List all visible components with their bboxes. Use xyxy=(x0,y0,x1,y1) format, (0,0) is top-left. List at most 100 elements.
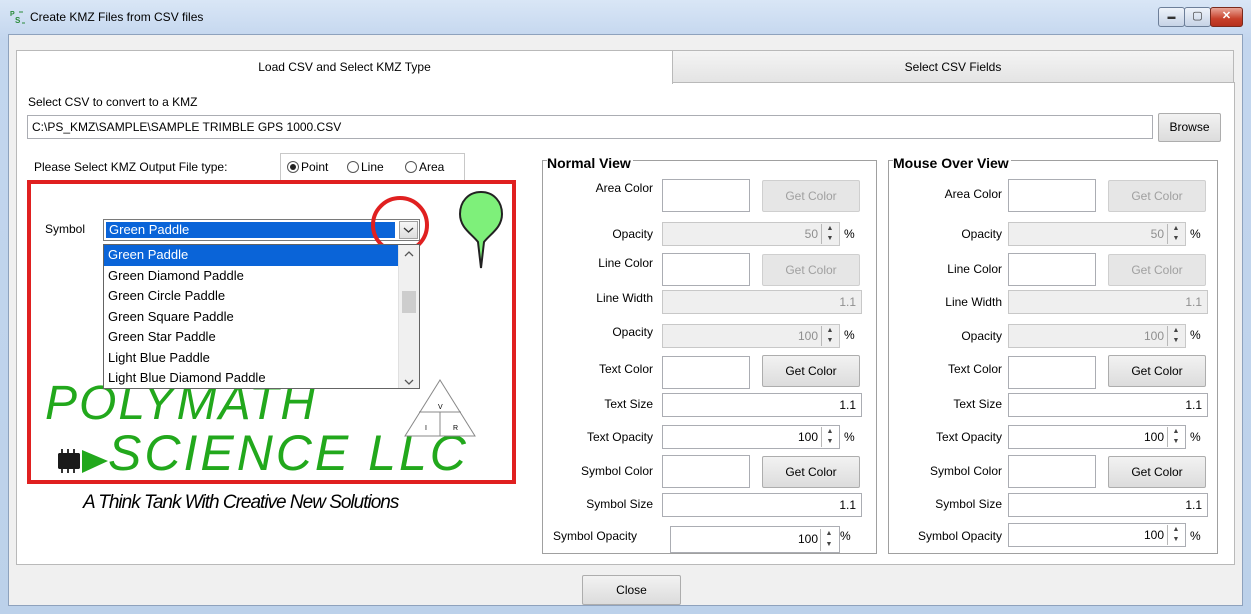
csv-prompt: Select CSV to convert to a KMZ xyxy=(28,95,198,109)
scroll-down-icon[interactable] xyxy=(403,376,415,388)
mv-symbol-opacity-input[interactable]: 100 xyxy=(1008,523,1186,547)
mv-line-color-label: Line Color xyxy=(947,262,1002,276)
logo-tagline: A Think Tank With Creative New Solutions xyxy=(83,492,399,513)
mv-line-get-color-button[interactable]: Get Color xyxy=(1108,254,1206,286)
mv-area-color-label: Area Color xyxy=(944,187,1002,201)
spin-down-icon[interactable]: ▼ xyxy=(1168,234,1184,244)
app-icon: PS xyxy=(10,9,26,25)
nv-line-width-input[interactable]: 1.1 xyxy=(662,290,862,314)
spin-down-icon[interactable]: ▼ xyxy=(822,437,838,447)
symbol-dropdown-list[interactable]: Green Paddle Green Diamond Paddle Green … xyxy=(103,244,420,389)
minimize-button[interactable]: ▬ xyxy=(1158,7,1185,27)
maximize-button[interactable]: ▢ xyxy=(1184,7,1211,27)
mv-symbol-get-color-button[interactable]: Get Color xyxy=(1108,456,1206,488)
green-paddle-pin-icon xyxy=(458,190,504,273)
nv-text-opacity-input[interactable]: 100 xyxy=(662,425,840,449)
csv-path-input[interactable]: C:\PS_KMZ\SAMPLE\SAMPLE TRIMBLE GPS 1000… xyxy=(27,115,1153,139)
tab-select-csv-fields[interactable]: Select CSV Fields xyxy=(672,50,1234,83)
nv-text-opacity-spinner[interactable]: ▲ ▼ xyxy=(821,427,838,447)
spin-down-icon[interactable]: ▼ xyxy=(821,540,837,551)
triangle-letter-v: V xyxy=(438,404,443,411)
browse-button[interactable]: Browse xyxy=(1158,113,1221,142)
mv-symbol-size-label: Symbol Size xyxy=(935,497,1002,511)
spin-up-icon[interactable]: ▲ xyxy=(822,427,838,437)
spin-up-icon[interactable]: ▲ xyxy=(1168,427,1184,437)
tab-label: Select CSV Fields xyxy=(904,60,1002,74)
mv-text-opacity-spinner[interactable]: ▲ ▼ xyxy=(1167,427,1184,447)
close-button[interactable]: Close xyxy=(582,575,681,605)
mv-area-opacity-input[interactable]: 50 xyxy=(1008,222,1186,246)
nv-text-get-color-button[interactable]: Get Color xyxy=(762,355,860,387)
mv-percent-1: % xyxy=(1190,227,1201,241)
nv-symbol-get-color-button[interactable]: Get Color xyxy=(762,456,860,488)
spin-up-icon[interactable]: ▲ xyxy=(822,224,838,234)
mv-symbol-size-input[interactable]: 1.1 xyxy=(1008,493,1208,517)
list-item[interactable]: Green Diamond Paddle xyxy=(104,266,419,287)
mv-symbol-color-swatch xyxy=(1008,455,1096,488)
nv-area-get-color-button[interactable]: Get Color xyxy=(762,180,860,212)
scroll-up-icon[interactable] xyxy=(403,248,415,262)
close-window-button[interactable]: ✕ xyxy=(1210,7,1243,27)
mv-area-get-color-button[interactable]: Get Color xyxy=(1108,180,1206,212)
radio-line[interactable]: Line xyxy=(347,160,384,174)
mv-text-size-input[interactable]: 1.1 xyxy=(1008,393,1208,417)
scroll-thumb[interactable] xyxy=(402,291,416,313)
spin-down-icon[interactable]: ▼ xyxy=(822,234,838,244)
nv-symbol-opacity-label: Symbol Opacity xyxy=(553,529,638,543)
mv-line-opacity-input[interactable]: 100 xyxy=(1008,324,1186,348)
mv-area-opacity-value: 50 xyxy=(1150,227,1164,241)
nv-text-size-input[interactable]: 1.1 xyxy=(662,393,862,417)
symbol-selected-value: Green Paddle xyxy=(106,222,395,238)
radio-line-dot xyxy=(347,161,359,173)
mv-text-get-color-button[interactable]: Get Color xyxy=(1108,355,1206,387)
radio-area[interactable]: Area xyxy=(405,160,444,174)
nv-symbol-size-input[interactable]: 1.1 xyxy=(662,493,862,517)
nv-line-opacity-spinner[interactable]: ▲ ▼ xyxy=(821,326,838,346)
spin-up-icon[interactable]: ▲ xyxy=(1168,525,1184,535)
nv-symbol-opacity-spinner[interactable]: ▲ ▼ xyxy=(820,529,837,551)
nv-symbol-color-swatch xyxy=(662,455,750,488)
radio-area-dot xyxy=(405,161,417,173)
list-item[interactable]: Green Paddle xyxy=(104,245,419,266)
nv-line-width-label: Line Width xyxy=(596,291,653,305)
triangle-letter-r: R xyxy=(453,425,459,432)
mv-text-opacity-input[interactable]: 100 xyxy=(1008,425,1186,449)
svg-text:S: S xyxy=(15,16,21,25)
list-item[interactable]: Light Blue Diamond Paddle xyxy=(104,368,419,388)
mv-symbol-opacity-spinner[interactable]: ▲ ▼ xyxy=(1167,525,1184,545)
list-item[interactable]: Green Square Paddle xyxy=(104,307,419,328)
dropdown-scrollbar[interactable] xyxy=(398,245,419,388)
spin-up-icon[interactable]: ▲ xyxy=(1168,224,1184,234)
symbol-label: Symbol xyxy=(45,222,86,236)
mv-percent-3: % xyxy=(1190,430,1201,444)
nv-line-opacity-input[interactable]: 100 xyxy=(662,324,840,348)
radio-area-label: Area xyxy=(419,160,445,174)
spin-down-icon[interactable]: ▼ xyxy=(1168,535,1184,545)
spin-down-icon[interactable]: ▼ xyxy=(1168,437,1184,447)
radio-point[interactable]: Point xyxy=(287,160,328,174)
mv-line-opacity-spinner[interactable]: ▲ ▼ xyxy=(1167,326,1184,346)
nv-area-opacity-input[interactable]: 50 xyxy=(662,222,840,246)
list-item[interactable]: Green Circle Paddle xyxy=(104,286,419,307)
mv-symbol-opacity-value: 100 xyxy=(1143,528,1164,542)
nv-line-color-label: Line Color xyxy=(598,256,653,270)
nv-symbol-opacity-input[interactable]: 100 xyxy=(670,526,840,553)
spin-up-icon[interactable]: ▲ xyxy=(821,529,837,540)
nv-symbol-opacity-value: 100 xyxy=(797,532,818,546)
mv-line-width-input[interactable]: 1.1 xyxy=(1008,290,1208,314)
list-item[interactable]: Green Star Paddle xyxy=(104,327,419,348)
spin-up-icon[interactable]: ▲ xyxy=(1168,326,1184,336)
nv-text-color-label: Text Color xyxy=(598,362,653,376)
spin-up-icon[interactable]: ▲ xyxy=(822,326,838,336)
nv-percent-4: % xyxy=(840,529,851,543)
nv-area-opacity-spinner[interactable]: ▲ ▼ xyxy=(821,224,838,244)
nv-line-get-color-button[interactable]: Get Color xyxy=(762,254,860,286)
spin-down-icon[interactable]: ▼ xyxy=(1168,336,1184,346)
nv-symbol-color-label: Symbol Color xyxy=(580,464,653,478)
list-item[interactable]: Light Blue Paddle xyxy=(104,348,419,369)
mv-area-opacity-spinner[interactable]: ▲ ▼ xyxy=(1167,224,1184,244)
tab-load-csv[interactable]: Load CSV and Select KMZ Type xyxy=(16,50,673,84)
nv-line-color-swatch xyxy=(662,253,750,286)
nv-percent-3: % xyxy=(844,430,855,444)
spin-down-icon[interactable]: ▼ xyxy=(822,336,838,346)
